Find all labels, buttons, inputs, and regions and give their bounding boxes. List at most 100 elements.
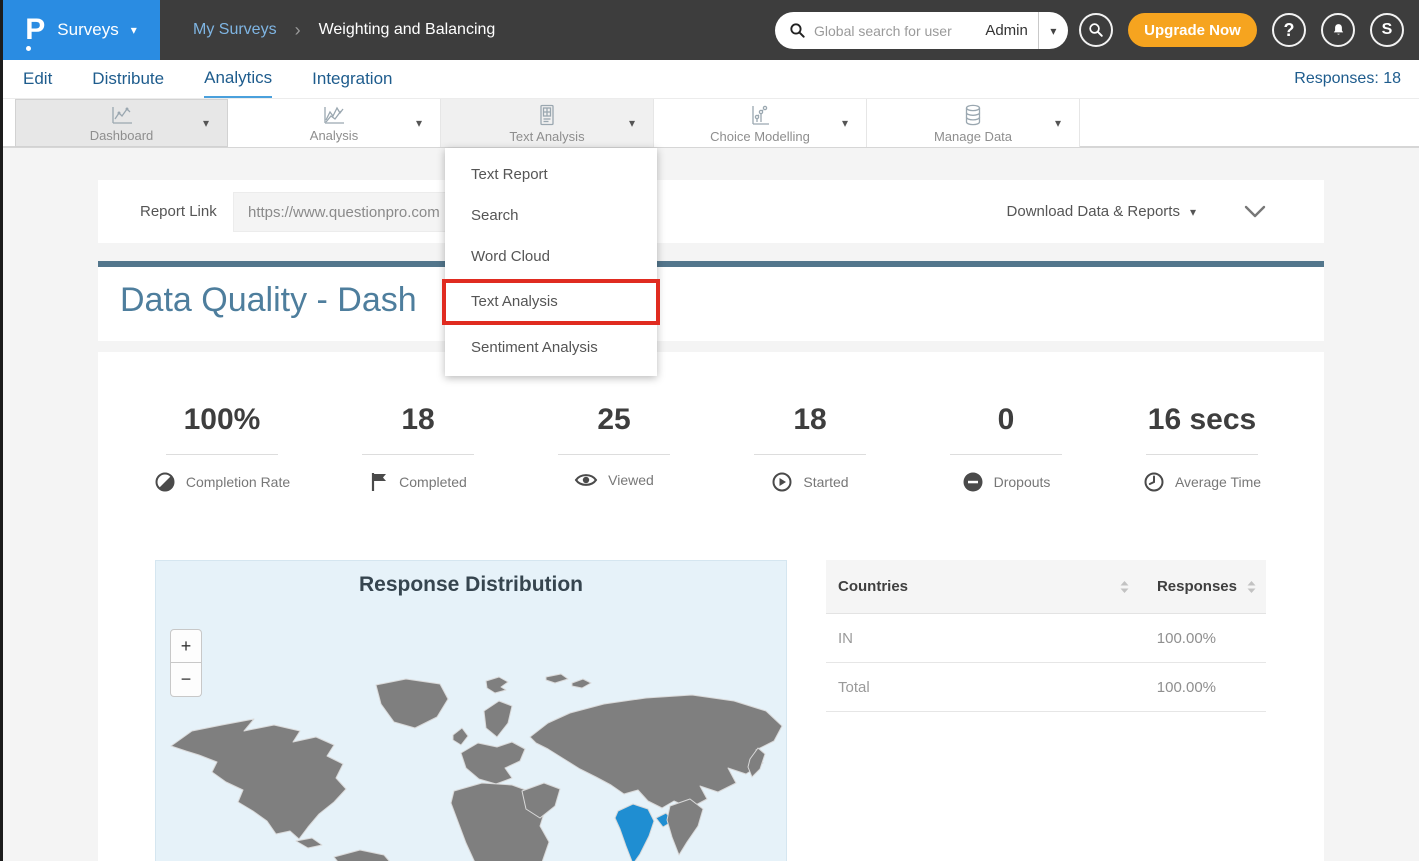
landmass-south-america — [334, 850, 396, 861]
response-distribution-panel: Response Distribution + − — [155, 560, 787, 861]
stat-label: Completion Rate — [186, 474, 290, 490]
database-icon — [961, 103, 985, 127]
landmass-asia — [530, 695, 782, 808]
nav-integration[interactable]: Integration — [312, 60, 392, 98]
landmass-greenland — [376, 679, 448, 728]
stat-value: 16 secs — [1148, 402, 1256, 438]
stat-completed: 18 Completed — [320, 402, 516, 493]
help-button[interactable]: ? — [1272, 13, 1306, 47]
search-scope-caret-icon[interactable]: ▾ — [1039, 25, 1068, 37]
map-title: Response Distribution — [156, 573, 786, 597]
zoom-out-button[interactable]: − — [170, 663, 202, 697]
stat-value: 18 — [793, 402, 826, 438]
zoom-in-button[interactable]: + — [170, 629, 202, 663]
stat-viewed: 25 Viewed — [516, 402, 712, 493]
menu-item-text-analysis[interactable]: Text Analysis — [442, 279, 660, 325]
tab-text-analysis[interactable]: Text Analysis ▾ — [441, 99, 654, 147]
question-mark-icon: ? — [1284, 20, 1295, 41]
clock-icon — [1143, 471, 1165, 493]
stat-value: 25 — [597, 402, 630, 438]
scatter-chart-icon — [748, 103, 772, 127]
stat-label: Viewed — [608, 472, 654, 488]
global-search-bar[interactable]: Admin ▾ — [775, 12, 1068, 49]
top-header: P Surveys ▾ My Surveys › Weighting and B… — [0, 0, 1419, 60]
search-icon — [1088, 22, 1104, 38]
tab-dashboard[interactable]: Dashboard ▾ — [15, 99, 228, 147]
responses-count: Responses: 18 — [1294, 70, 1401, 88]
breadcrumb-my-surveys[interactable]: My Surveys — [193, 21, 277, 39]
survey-stats-row: 100% Completion Rate 18 — [124, 402, 1300, 493]
tab-manage-data[interactable]: Manage Data ▾ — [867, 99, 1080, 147]
surveys-menu-button[interactable]: P Surveys ▾ — [2, 0, 160, 60]
page-title: Data Quality - Dash — [120, 281, 417, 320]
stat-dropouts: 0 Dropouts — [908, 402, 1104, 493]
bell-icon — [1330, 22, 1347, 39]
tab-label: Manage Data — [934, 129, 1012, 144]
chevron-down-icon: ▾ — [131, 24, 137, 36]
nav-analytics[interactable]: Analytics — [204, 60, 272, 98]
user-avatar[interactable]: S — [1370, 13, 1404, 47]
chevron-down-icon[interactable]: ▾ — [416, 116, 422, 130]
stat-label: Dropouts — [994, 474, 1051, 490]
menu-item-text-report[interactable]: Text Report — [445, 154, 657, 195]
nav-distribute[interactable]: Distribute — [92, 60, 164, 98]
column-header-countries[interactable]: Countries — [826, 578, 1120, 595]
chevron-down-icon[interactable]: ▾ — [203, 116, 209, 130]
nav-edit[interactable]: Edit — [23, 60, 52, 98]
menu-item-search[interactable]: Search — [445, 195, 657, 236]
country-cell: Total — [826, 679, 1157, 696]
stat-label: Started — [803, 474, 848, 490]
tab-label: Text Analysis — [509, 129, 584, 144]
questionpro-logo-icon: P — [25, 15, 45, 45]
stat-average-time: 16 secs Average Time — [1104, 402, 1300, 493]
stat-value: 0 — [998, 402, 1015, 438]
report-link-bar: Report Link Download Data & Reports ▾ — [98, 180, 1324, 243]
collapse-chevron-icon[interactable] — [1244, 204, 1266, 218]
multi-line-chart-icon — [321, 104, 347, 126]
play-circle-icon — [771, 471, 793, 493]
notifications-button[interactable] — [1321, 13, 1355, 47]
survey-nav: Edit Distribute Analytics Integration Re… — [0, 60, 1419, 98]
menu-item-word-cloud[interactable]: Word Cloud — [445, 236, 657, 277]
avatar-initial: S — [1382, 21, 1393, 39]
table-row: Total 100.00% — [826, 663, 1266, 712]
search-icon — [789, 22, 806, 39]
survey-title: Weighting and Balancing — [319, 21, 496, 39]
tab-label: Analysis — [310, 128, 358, 143]
search-button[interactable] — [1079, 13, 1113, 47]
country-india[interactable] — [615, 804, 654, 861]
report-link-label: Report Link — [140, 180, 217, 243]
global-search-input[interactable] — [814, 23, 979, 39]
app-label: Surveys — [57, 20, 118, 40]
chevron-down-icon[interactable]: ▾ — [629, 116, 635, 130]
countries-table-header: Countries Responses — [826, 560, 1266, 614]
text-analysis-menu: Text Report Search Word Cloud Text Analy… — [445, 148, 657, 376]
sort-icon[interactable] — [1120, 580, 1129, 594]
dashboard-title-card: Data Quality - Dash — [98, 261, 1324, 341]
download-data-reports-label: Download Data & Reports — [1007, 203, 1180, 220]
sort-icon — [1247, 580, 1256, 594]
analytics-tabbar: Dashboard ▾ Analysis ▾ Text Analysis ▾ — [0, 98, 1419, 148]
chevron-down-icon[interactable]: ▾ — [1055, 116, 1061, 130]
download-data-reports-dropdown[interactable]: Download Data & Reports ▾ — [1007, 180, 1196, 243]
column-header-responses[interactable]: Responses — [1157, 578, 1266, 595]
tab-choice-modelling[interactable]: Choice Modelling ▾ — [654, 99, 867, 147]
search-scope-label[interactable]: Admin — [979, 22, 1038, 39]
minus-circle-icon — [962, 471, 984, 493]
window-edge — [0, 0, 3, 861]
country-cell: IN — [826, 630, 1157, 647]
world-map[interactable] — [156, 671, 787, 861]
stat-started: 18 Started — [712, 402, 908, 493]
app-window: P Surveys ▾ My Surveys › Weighting and B… — [0, 0, 1419, 861]
stat-label: Completed — [399, 474, 467, 490]
tab-analysis[interactable]: Analysis ▾ — [228, 99, 441, 147]
menu-item-sentiment-analysis[interactable]: Sentiment Analysis — [445, 327, 657, 368]
table-row: IN 100.00% — [826, 614, 1266, 663]
tab-label: Choice Modelling — [710, 129, 810, 144]
landmass-europe — [461, 742, 525, 784]
landmass-north-america — [171, 719, 346, 839]
eye-icon — [574, 471, 598, 489]
flag-icon — [369, 471, 389, 493]
chevron-down-icon[interactable]: ▾ — [842, 116, 848, 130]
upgrade-now-button[interactable]: Upgrade Now — [1128, 13, 1257, 47]
